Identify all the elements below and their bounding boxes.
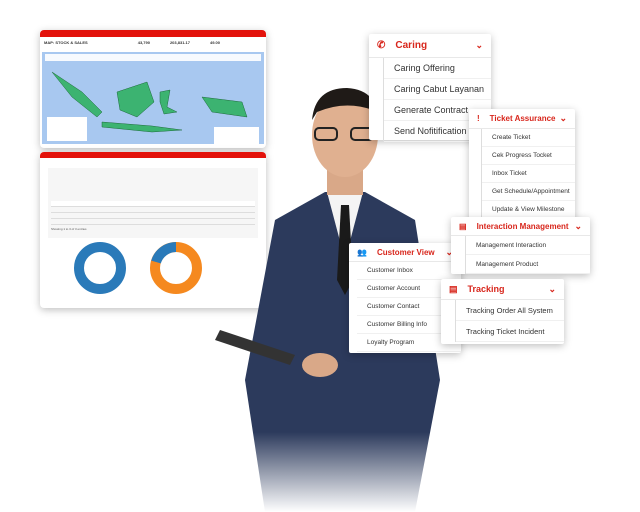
ticket-assurance-menu: ! Ticket Assurance ⌄ Create Ticket Cek P…	[469, 109, 575, 223]
menu-item-management-interaction[interactable]: Management Interaction	[466, 236, 590, 255]
menu-item-get-schedule[interactable]: Get Schedule/Appointment	[482, 183, 575, 201]
interaction-management-header[interactable]: ▤ Interaction Management ⌄	[451, 217, 590, 236]
menu-item-tracking-order[interactable]: Tracking Order All System	[456, 300, 564, 321]
interaction-management-title: Interaction Management	[476, 221, 569, 231]
window-icon: ▤	[459, 221, 467, 231]
chevron-down-icon[interactable]: ⌄	[559, 113, 567, 124]
chevron-down-icon[interactable]: ⌄	[475, 40, 483, 51]
menu-item-caring-cabut-layanan[interactable]: Caring Cabut Layanan	[384, 79, 491, 100]
users-icon: 👥	[357, 247, 367, 257]
header-bar	[40, 30, 266, 37]
ticket-assurance-title: Ticket Assurance	[489, 114, 556, 123]
ticket-assurance-header[interactable]: ! Ticket Assurance ⌄	[469, 109, 575, 129]
chevron-down-icon[interactable]: ⌄	[548, 284, 556, 295]
phone-icon: ✆	[377, 40, 386, 51]
window-icon: ▤	[449, 283, 458, 294]
customer-view-title: Customer View	[376, 247, 435, 257]
menu-item-management-product[interactable]: Management Product	[466, 255, 590, 274]
menu-item-create-ticket[interactable]: Create Ticket	[482, 129, 575, 147]
tracking-menu: ▤ Tracking ⌄ Tracking Order All System T…	[441, 279, 564, 344]
tracking-title: Tracking	[467, 284, 505, 294]
chevron-down-icon[interactable]: ⌄	[574, 221, 582, 232]
menu-item-caring-offering[interactable]: Caring Offering	[384, 58, 491, 79]
menu-item-tracking-ticket-incident[interactable]: Tracking Ticket Incident	[456, 321, 564, 342]
caring-header[interactable]: ✆ Caring ⌄	[369, 34, 491, 58]
caring-title: Caring	[395, 40, 428, 51]
menu-item-inbox-ticket[interactable]: Inbox Ticket	[482, 165, 575, 183]
stat: 43,790	[137, 40, 150, 45]
menu-item-customer-inbox[interactable]: Customer Inbox	[357, 262, 461, 280]
exclamation-icon: !	[477, 114, 480, 123]
menu-item-cek-progress-ticket[interactable]: Cek Progress Tocket	[482, 147, 575, 165]
customer-view-header[interactable]: 👥 Customer View ⌄	[349, 243, 461, 262]
stat: 49.00	[209, 40, 220, 45]
donut-blue	[74, 242, 126, 294]
map-title: MAP: STOCK & SALES	[44, 40, 88, 45]
interaction-management-menu: ▤ Interaction Management ⌄ Management In…	[451, 217, 590, 274]
tracking-header[interactable]: ▤ Tracking ⌄	[441, 279, 564, 300]
donut-blue-slice	[151, 242, 177, 264]
stat: 203,831.17	[169, 40, 190, 45]
